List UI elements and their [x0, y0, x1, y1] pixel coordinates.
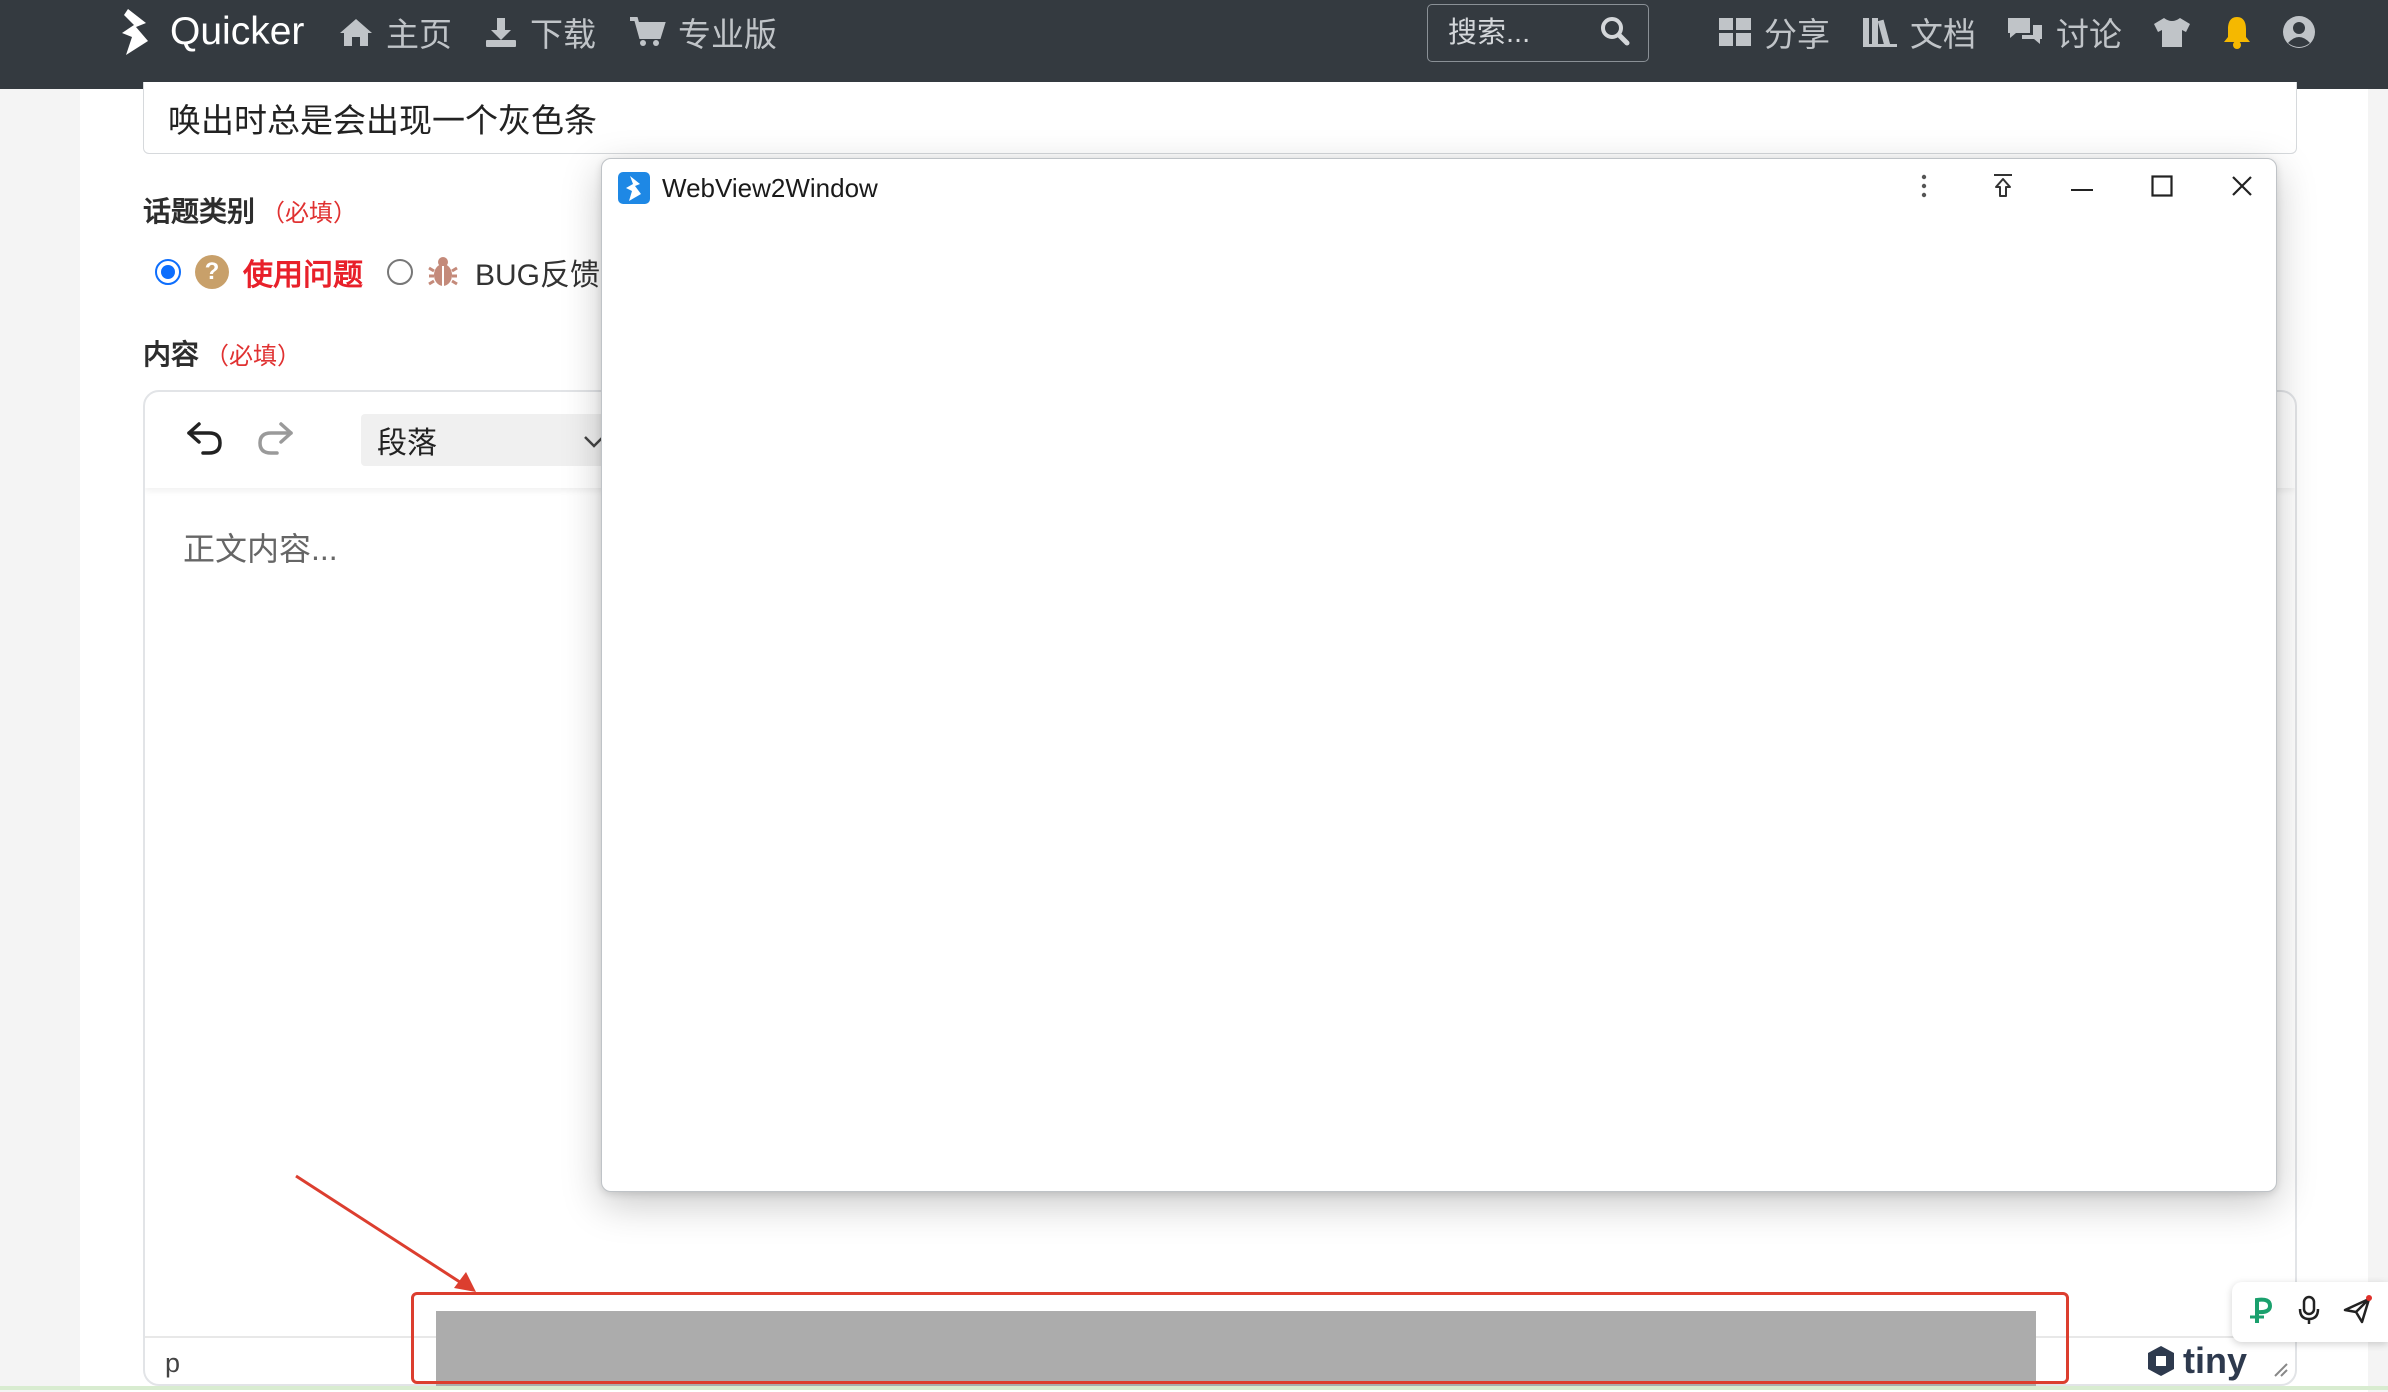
nav-download[interactable]: 下载 [484, 0, 596, 64]
radio-usage-question[interactable] [155, 259, 181, 285]
pinyin-tool-icon[interactable] [2248, 1295, 2276, 1330]
window-pin-button[interactable] [1980, 165, 2026, 211]
tiny-branding[interactable]: tiny [2145, 1340, 2247, 1382]
nav-docs[interactable]: 文档 [1862, 0, 1976, 64]
content-label-text: 内容 [143, 339, 200, 370]
redo-icon [255, 420, 295, 461]
webview2-window[interactable]: WebView2Window [601, 158, 2277, 1192]
nav-pro[interactable]: 专业版 [628, 0, 777, 64]
brand-link[interactable]: Quicker [116, 0, 304, 64]
window-title: WebView2Window [662, 173, 878, 203]
send-icon[interactable] [2342, 1294, 2372, 1330]
category-label: 话题类别 （必填） [143, 190, 357, 230]
user-menu-button[interactable] [2282, 0, 2316, 64]
quicker-app-icon [618, 172, 650, 204]
books-icon [1862, 16, 1898, 48]
required-mark: （必填） [261, 200, 358, 227]
pin-top-icon [1992, 173, 2014, 204]
notifications-button[interactable] [2222, 0, 2252, 64]
nav-discuss[interactable]: 讨论 [2006, 0, 2122, 64]
search-icon[interactable] [1600, 16, 1630, 51]
user-icon [2282, 15, 2316, 49]
tshirt-icon [2152, 16, 2192, 48]
more-vertical-icon [1920, 174, 1928, 203]
theme-button[interactable] [2152, 0, 2192, 64]
nav-docs-label: 文档 [1910, 16, 1976, 53]
page-bottom-border [0, 1386, 2388, 1390]
tiny-brand-text: tiny [2182, 1340, 2247, 1381]
category-label-text: 话题类别 [143, 196, 256, 227]
maximize-icon [2151, 174, 2173, 202]
undo-icon [185, 420, 225, 461]
element-path[interactable]: p [165, 1348, 180, 1379]
window-titlebar[interactable]: WebView2Window [602, 159, 2276, 217]
category-options: ? 使用问题 BUG反馈 [155, 250, 600, 294]
topic-title-input[interactable]: 唤出时总是会出现一个灰色条 [143, 82, 2297, 154]
bug-icon [425, 254, 461, 290]
quicker-logo-icon [122, 9, 148, 55]
annotation-highlight-box [411, 1292, 2069, 1384]
option-usage-question-label[interactable]: 使用问题 [243, 250, 363, 294]
nav-share[interactable]: 分享 [1718, 0, 1830, 64]
nav-home-label: 主页 [386, 16, 452, 53]
block-format-select[interactable]: 段落 [361, 414, 621, 466]
minimize-icon [2070, 179, 2094, 197]
floating-tools-panel [2232, 1282, 2388, 1342]
question-icon: ? [195, 255, 229, 289]
option-bug-report-label[interactable]: BUG反馈 [475, 250, 600, 294]
tiny-logo-icon [2147, 1346, 2174, 1376]
redo-button[interactable] [249, 414, 301, 466]
microphone-icon[interactable] [2297, 1295, 2321, 1330]
editor-placeholder[interactable]: 正文内容... [183, 524, 338, 570]
block-format-value: 段落 [377, 427, 437, 460]
nav-download-label: 下载 [530, 16, 596, 53]
nav-home[interactable]: 主页 [338, 0, 452, 64]
nav-pro-label: 专业版 [678, 16, 777, 53]
content-required-mark: （必填） [205, 343, 302, 370]
comments-icon [2006, 16, 2044, 48]
navbar: Quicker 主页 下载 专业版 分享 文档 [0, 0, 2388, 89]
window-more-button[interactable] [1901, 165, 1947, 211]
close-icon [2231, 175, 2253, 202]
search-box [1427, 4, 1649, 62]
cart-icon [628, 16, 666, 48]
brand-name: Quicker [170, 10, 305, 53]
annotation-arrow [295, 1174, 476, 1292]
nav-share-label: 分享 [1764, 16, 1830, 53]
window-close-button[interactable] [2219, 165, 2265, 211]
undo-button[interactable] [179, 414, 231, 466]
home-icon [338, 16, 374, 48]
resize-handle-icon[interactable] [2269, 1358, 2289, 1383]
bell-icon [2222, 15, 2252, 49]
search-input[interactable] [1446, 15, 1590, 51]
nav-discuss-label: 讨论 [2056, 16, 2122, 53]
download-icon [484, 16, 518, 48]
window-minimize-button[interactable] [2059, 165, 2105, 211]
grid-icon [1718, 17, 1752, 47]
window-maximize-button[interactable] [2139, 165, 2185, 211]
content-label: 内容 （必填） [143, 333, 301, 373]
radio-bug-report[interactable] [387, 259, 413, 285]
webview-content-area[interactable] [602, 217, 2276, 1191]
